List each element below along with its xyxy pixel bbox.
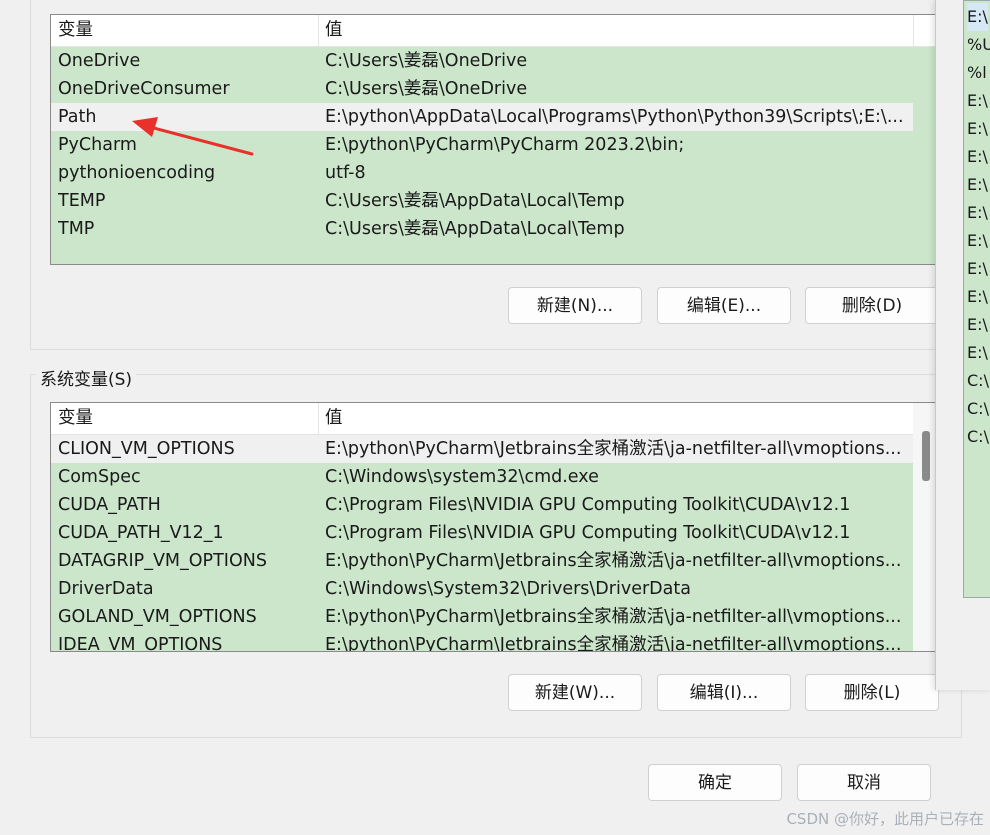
user-variables-header: 变量 值 [51,15,941,47]
system-new-button[interactable]: 新建(W)... [508,674,642,711]
edit-environment-variable-dialog: E:\%U%lE:\E:\E:\E:\E:\E:\E:\E:\E:\E:\C:\… [935,0,990,690]
variable-value: C:\Program Files\NVIDIA GPU Computing To… [325,523,851,543]
path-entry[interactable]: C:\ [967,367,989,395]
path-entry[interactable]: C:\ [967,395,989,423]
table-row[interactable]: CUDA_PATH C:\Program Files\NVIDIA GPU Co… [51,491,913,519]
variable-name: CUDA_PATH_V12_1 [58,523,224,543]
path-entry[interactable]: %l [967,59,987,87]
variable-name: Path [58,107,97,127]
variable-value: C:\Windows\system32\cmd.exe [325,467,599,487]
variable-value: E:\python\PyCharm\Jetbrains全家桶激活\ja-netf… [325,635,902,651]
path-entry[interactable]: E:\ [967,311,988,339]
variable-name: pythonioencoding [58,163,216,183]
path-entry[interactable]: E:\ [967,115,988,143]
variable-name: IDEA_VM_OPTIONS [58,635,223,651]
path-entry[interactable]: E:\ [967,199,988,227]
user-new-button[interactable]: 新建(N)... [508,287,642,324]
variable-value: E:\python\AppData\Local\Programs\Python\… [325,107,904,127]
path-entry[interactable]: E:\ [967,339,988,367]
column-separator[interactable] [913,15,914,46]
variable-value: E:\python\PyCharm\PyCharm 2023.2\bin; [325,135,685,155]
table-row[interactable]: TEMP C:\Users\姜磊\AppData\Local\Temp [51,187,913,215]
path-entry[interactable]: E:\ [967,171,988,199]
variable-value: E:\python\PyCharm\Jetbrains全家桶激活\ja-netf… [325,439,902,459]
column-header-variable[interactable]: 变量 [51,15,318,46]
system-delete-button[interactable]: 删除(L) [805,674,939,711]
variable-name: PyCharm [58,135,137,155]
variable-name: GOLAND_VM_OPTIONS [58,607,257,627]
table-row-selected[interactable]: Path E:\python\AppData\Local\Programs\Py… [51,103,913,131]
variable-value: C:\Windows\System32\Drivers\DriverData [325,579,691,599]
variable-name: DriverData [58,579,154,599]
table-row[interactable]: GOLAND_VM_OPTIONS E:\python\PyCharm\Jetb… [51,603,913,631]
system-variables-table[interactable]: 变量 值 CLION_VM_OPTIONS E:\python\PyCharm\… [50,402,940,652]
ok-button[interactable]: 确定 [648,764,782,801]
variable-name: OneDriveConsumer [58,79,230,99]
path-entry[interactable]: E:\ [967,255,988,283]
table-row[interactable]: PyCharm E:\python\PyCharm\PyCharm 2023.2… [51,131,913,159]
table-row[interactable]: pythonioencoding utf-8 [51,159,913,187]
table-row[interactable]: OneDriveConsumer C:\Users\姜磊\OneDrive [51,75,913,103]
path-entry[interactable]: E:\ [967,143,988,171]
variable-name: TEMP [58,191,106,211]
system-variables-header: 变量 值 [51,403,913,435]
variable-value: C:\Users\姜磊\OneDrive [325,79,528,99]
variable-name: DATAGRIP_VM_OPTIONS [58,551,267,571]
user-edit-button[interactable]: 编辑(E)... [657,287,791,324]
system-edit-button[interactable]: 编辑(I)... [657,674,791,711]
variable-value: utf-8 [325,163,366,183]
scrollbar-thumb[interactable] [922,431,930,481]
table-row[interactable]: CUDA_PATH_V12_1 C:\Program Files\NVIDIA … [51,519,913,547]
table-row[interactable]: CLION_VM_OPTIONS E:\python\PyCharm\Jetbr… [51,435,913,463]
variable-value: C:\Users\姜磊\OneDrive [325,51,528,71]
path-entry[interactable]: C:\ [967,423,989,451]
variable-name: ComSpec [58,467,141,487]
csdn-watermark: CSDN @你好，此用户已存在 [786,810,984,828]
column-header-value[interactable]: 值 [318,403,915,434]
variable-value: C:\Users\姜磊\AppData\Local\Temp [325,219,625,239]
system-variables-title: 系统变量(S) [36,365,137,390]
table-row[interactable]: DATAGRIP_VM_OPTIONS E:\python\PyCharm\Je… [51,547,913,575]
table-row[interactable]: DriverData C:\Windows\System32\Drivers\D… [51,575,913,603]
path-entry[interactable]: E:\ [967,87,988,115]
variable-value: E:\python\PyCharm\Jetbrains全家桶激活\ja-netf… [325,607,902,627]
column-header-value[interactable]: 值 [318,15,915,46]
user-variables-body: OneDrive C:\Users\姜磊\OneDrive OneDriveCo… [51,47,941,264]
variable-value: E:\python\PyCharm\Jetbrains全家桶激活\ja-netf… [325,551,902,571]
user-delete-button[interactable]: 删除(D) [805,287,939,324]
variable-name: CUDA_PATH [58,495,161,515]
path-entries-list[interactable]: E:\%U%lE:\E:\E:\E:\E:\E:\E:\E:\E:\E:\C:\… [963,0,990,598]
table-row[interactable]: TMP C:\Users\姜磊\AppData\Local\Temp [51,215,913,243]
variable-name: OneDrive [58,51,141,71]
path-entry[interactable]: %U [967,31,990,59]
path-entry[interactable]: E:\ [967,283,988,311]
user-variables-table[interactable]: 变量 值 OneDrive C:\Users\姜磊\OneDrive OneDr… [50,14,942,265]
cancel-button[interactable]: 取消 [797,764,931,801]
column-header-variable[interactable]: 变量 [51,403,318,434]
variable-name: CLION_VM_OPTIONS [58,439,235,459]
path-entry[interactable]: E:\ [967,3,988,31]
path-entry[interactable]: E:\ [967,227,988,255]
table-row[interactable]: ComSpec C:\Windows\system32\cmd.exe [51,463,913,491]
variable-name: TMP [58,219,95,239]
table-row[interactable]: OneDrive C:\Users\姜磊\OneDrive [51,47,913,75]
variable-value: C:\Program Files\NVIDIA GPU Computing To… [325,495,851,515]
system-variables-body: CLION_VM_OPTIONS E:\python\PyCharm\Jetbr… [51,435,913,651]
table-row[interactable]: IDEA_VM_OPTIONS E:\python\PyCharm\Jetbra… [51,631,913,651]
variable-value: C:\Users\姜磊\AppData\Local\Temp [325,191,625,211]
